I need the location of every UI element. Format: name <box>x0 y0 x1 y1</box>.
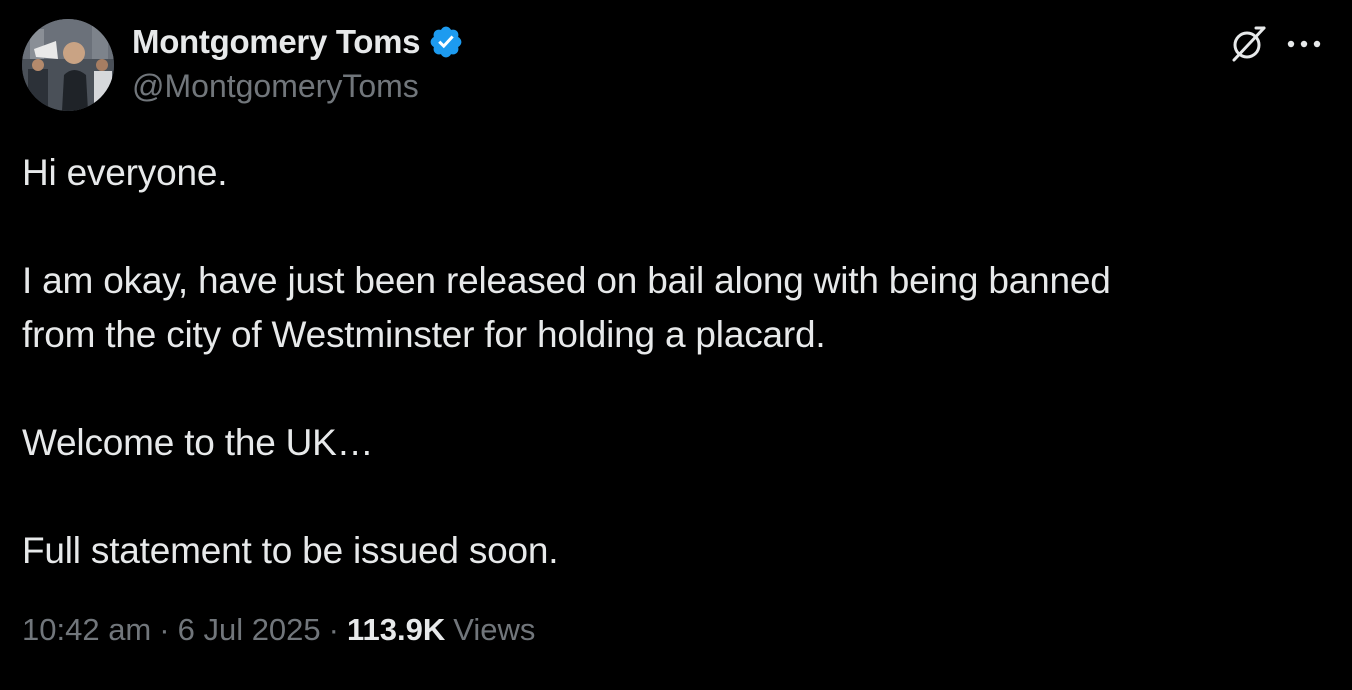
tweet-paragraph: I am okay, have just been released on ba… <box>22 260 1111 355</box>
views-count: 113.9K <box>346 612 446 647</box>
tweet-text: Hi everyone. I am okay, have just been r… <box>22 146 1322 578</box>
more-options-icon[interactable] <box>1284 24 1324 64</box>
grok-icon[interactable] <box>1226 22 1270 66</box>
views-label: Views <box>453 612 536 647</box>
tweet-date[interactable]: 6 Jul 2025 <box>178 612 321 648</box>
tweet-card: Montgomery Toms @MontgomeryToms Hi every… <box>0 0 1352 690</box>
author-handle[interactable]: @MontgomeryToms <box>132 68 419 105</box>
meta-separator: · <box>159 612 170 647</box>
avatar-photo <box>22 19 114 111</box>
tweet-paragraph: Full statement to be issued soon. <box>22 530 559 571</box>
tweet-top-actions <box>1226 22 1324 66</box>
tweet-paragraph: Welcome to the UK… <box>22 422 374 463</box>
author-name-row: Montgomery Toms <box>132 22 464 62</box>
author-display-name[interactable]: Montgomery Toms <box>132 23 421 61</box>
tweet-time[interactable]: 10:42 am <box>22 612 151 648</box>
verified-badge-icon <box>428 24 464 60</box>
tweet-metadata: 10:42 am · 6 Jul 2025 · 113.9K Views <box>22 612 535 648</box>
tweet-paragraph: Hi everyone. <box>22 152 228 193</box>
meta-separator: · <box>328 612 339 647</box>
avatar[interactable] <box>22 19 114 111</box>
